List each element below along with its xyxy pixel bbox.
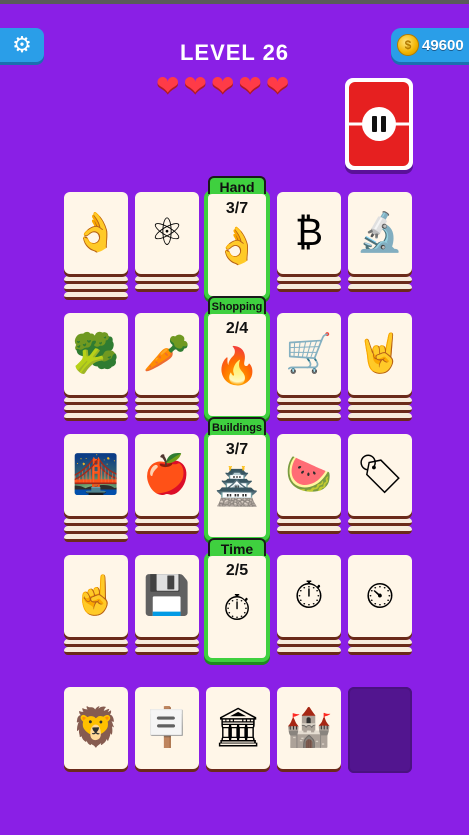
lives-bar: ❤ ❤ ❤ ❤ ❤: [156, 72, 289, 100]
heart-icon: ❤: [156, 70, 180, 101]
category-card-time[interactable]: Time 2/5 ⏱: [204, 538, 270, 662]
sign-hand-tile[interactable]: 🪧: [135, 687, 199, 769]
category-card-buildings[interactable]: Buildings 3/7 🏯: [204, 417, 270, 541]
category-label: Shopping: [208, 296, 266, 314]
atom-chip-tile[interactable]: ⚛: [135, 192, 199, 274]
watermelon-tile[interactable]: 🍉: [277, 434, 341, 516]
kitchen-timer-tile[interactable]: ⏲: [348, 555, 412, 637]
heart-icon: ❤: [183, 70, 207, 101]
category-progress: 3/7: [225, 200, 249, 217]
winged-bull-tile[interactable]: 🦁: [64, 687, 128, 769]
heart-icon: ❤: [238, 70, 262, 101]
category-label: Buildings: [208, 417, 266, 435]
top-divider: [0, 0, 469, 4]
ok-hand-tile[interactable]: 👌: [64, 192, 128, 274]
pointing-hand-tile[interactable]: ☝: [64, 555, 128, 637]
category-progress: 2/5: [225, 562, 249, 579]
heart-icon: ❤: [265, 70, 290, 101]
coin-value: 49600: [422, 36, 464, 54]
processor-chip-tile[interactable]: 🔬: [348, 192, 412, 274]
shopping-cart-tile[interactable]: 🛒: [277, 313, 341, 395]
coin-icon: $: [397, 34, 419, 56]
empty-tray-slot: [348, 687, 412, 773]
category-card-hand[interactable]: Hand 3/7 👌: [204, 176, 270, 300]
broccoli-tile[interactable]: 🥦: [64, 313, 128, 395]
digital-stopwatch-tile[interactable]: ⏱: [277, 555, 341, 637]
category-card-shopping[interactable]: Shopping 2/4 🔥: [204, 296, 270, 420]
opera-house-tile[interactable]: 🏛: [206, 687, 270, 769]
heart-icon: ❤: [210, 70, 235, 101]
rock-hand-tile[interactable]: 🤘: [348, 313, 412, 395]
category-label: Hand: [208, 176, 266, 195]
category-progress: 2/4: [225, 320, 249, 337]
pause-card-face: [349, 82, 409, 166]
category-label: Time: [208, 538, 266, 557]
pagoda-icon: 🏯: [214, 466, 260, 507]
cpu-fan-tile[interactable]: 💾: [135, 555, 199, 637]
stopwatch-icon: ⏱: [222, 587, 252, 628]
carrot-tile[interactable]: 🥕: [135, 313, 199, 395]
pause-button[interactable]: [345, 78, 413, 170]
coin-counter[interactable]: $ 49600: [391, 28, 469, 62]
palace-tile[interactable]: 🏰: [277, 687, 341, 769]
discount-flame-icon: 🔥: [214, 345, 260, 386]
ok-hand-icon: 👌: [214, 225, 260, 266]
pomegranate-tile[interactable]: 🍎: [135, 434, 199, 516]
price-tag-tile[interactable]: 🏷: [348, 434, 412, 516]
bridge-tile[interactable]: 🌉: [64, 434, 128, 516]
pause-icon: [362, 107, 396, 141]
bitcoin-chip-tile[interactable]: ₿: [277, 192, 341, 274]
category-progress: 3/7: [225, 441, 249, 458]
